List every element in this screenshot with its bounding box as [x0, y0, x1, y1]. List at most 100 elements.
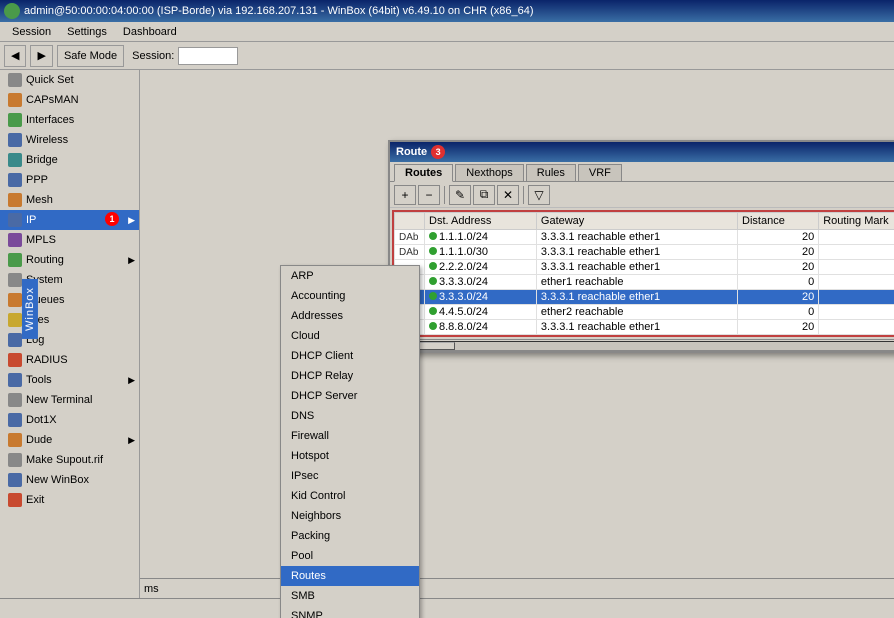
dropdown-item-dhcp-client[interactable]: DHCP Client: [281, 346, 419, 366]
sidebar-item-tools[interactable]: Tools ▶: [0, 370, 139, 390]
remove-button[interactable]: −: [418, 185, 440, 205]
dropdown-item-arp[interactable]: ARP: [281, 266, 419, 286]
back-button[interactable]: ◀: [4, 45, 26, 67]
table-row[interactable]: 8.8.8.0/243.3.3.1 reachable ether120: [395, 320, 894, 335]
sidebar-item-queues[interactable]: Queues: [0, 290, 139, 310]
sidebar-label-radius: RADIUS: [26, 354, 68, 366]
system-icon: [8, 273, 22, 287]
main-layout: Quick Set CAPsMAN Interfaces Wireless Br…: [0, 70, 894, 618]
sidebar-item-bridge[interactable]: Bridge: [0, 150, 139, 170]
tab-vrf[interactable]: VRF: [578, 164, 622, 181]
dropdown-item-kid-control[interactable]: Kid Control: [281, 486, 419, 506]
sidebar-label-capsman: CAPsMAN: [26, 94, 79, 106]
cell-dst-address: 3.3.3.0/24: [425, 290, 537, 305]
table-row[interactable]: 3.3.3.0/24ether1 reachable03.3.3.2: [395, 275, 894, 290]
sidebar-item-dude[interactable]: Dude ▶: [0, 430, 139, 450]
sidebar-item-ip[interactable]: IP ▶ 1: [0, 210, 139, 230]
dropdown-item-packing[interactable]: Packing: [281, 526, 419, 546]
tools-icon: [8, 373, 22, 387]
row-indicator: [429, 232, 437, 240]
sidebar-item-make-supout[interactable]: Make Supout.rif: [0, 450, 139, 470]
tab-routes[interactable]: Routes: [394, 164, 453, 182]
scrollbar-thumb[interactable]: [415, 342, 455, 350]
filter-button[interactable]: ▽: [528, 185, 550, 205]
sidebar-item-log[interactable]: Log: [0, 330, 139, 350]
sidebar-label-routing: Routing: [26, 254, 64, 266]
sidebar-item-wireless[interactable]: Wireless: [0, 130, 139, 150]
dropdown-item-cloud[interactable]: Cloud: [281, 326, 419, 346]
cell-dst-address: 4.4.5.0/24: [425, 305, 537, 320]
dropdown-item-accounting[interactable]: Accounting: [281, 286, 419, 306]
table-row[interactable]: DAb1.1.1.0/303.3.3.1 reachable ether120: [395, 245, 894, 260]
tab-rules[interactable]: Rules: [526, 164, 576, 181]
session-input[interactable]: [178, 47, 238, 65]
route-window-title: Route: [396, 146, 427, 158]
make-supout-icon: [8, 453, 22, 467]
sidebar-item-system[interactable]: System: [0, 270, 139, 290]
dropdown-item-dns[interactable]: DNS: [281, 406, 419, 426]
title-text: admin@50:00:00:04:00:00 (ISP-Borde) via …: [24, 5, 534, 17]
copy-button[interactable]: ⧉: [473, 185, 495, 205]
sidebar-item-quick-set[interactable]: Quick Set: [0, 70, 139, 90]
menu-settings[interactable]: Settings: [59, 24, 115, 40]
cell-gateway: 3.3.3.1 reachable ether1: [536, 290, 737, 305]
col-dab: [395, 213, 425, 230]
mesh-icon: [8, 193, 22, 207]
sidebar-item-new-terminal[interactable]: New Terminal: [0, 390, 139, 410]
dropdown-item-dhcp-relay[interactable]: DHCP Relay: [281, 366, 419, 386]
app-icon: [4, 3, 20, 19]
routing-arrow: ▶: [128, 255, 135, 266]
row-indicator: [429, 322, 437, 330]
cell-routing-mark: [819, 305, 894, 320]
new-winbox-icon: [8, 473, 22, 487]
dropdown-item-snmp[interactable]: SNMP: [281, 606, 419, 618]
sidebar-item-dot1x[interactable]: Dot1X: [0, 410, 139, 430]
tab-nexthops[interactable]: Nexthops: [455, 164, 523, 181]
session-label: Session:: [132, 50, 174, 62]
table-row[interactable]: 3.3.3.0/243.3.3.1 reachable ether120: [395, 290, 894, 305]
dropdown-item-ipsec[interactable]: IPsec: [281, 466, 419, 486]
sidebar-label-bridge: Bridge: [26, 154, 58, 166]
sidebar-item-files[interactable]: Files: [0, 310, 139, 330]
table-row[interactable]: 4.4.5.0/24ether2 reachable04.4.5.254: [395, 305, 894, 320]
dropdown-item-addresses[interactable]: Addresses: [281, 306, 419, 326]
table-row[interactable]: DAb1.1.1.0/243.3.3.1 reachable ether120: [395, 230, 894, 245]
forward-button[interactable]: ▶: [30, 45, 52, 67]
scrollbar-track: [414, 341, 894, 351]
sidebar-item-radius[interactable]: RADIUS: [0, 350, 139, 370]
dropdown-item-neighbors[interactable]: Neighbors: [281, 506, 419, 526]
table-row[interactable]: 2.2.2.0/243.3.3.1 reachable ether120: [395, 260, 894, 275]
menu-dashboard[interactable]: Dashboard: [115, 24, 185, 40]
dropdown-item-pool[interactable]: Pool: [281, 546, 419, 566]
sidebar-label-ip: IP: [26, 214, 36, 226]
cell-distance: 20: [738, 320, 819, 335]
routing-icon: [8, 253, 22, 267]
cell-dst-address: 1.1.1.0/24: [425, 230, 537, 245]
bridge-icon: [8, 153, 22, 167]
edit-button[interactable]: ✎: [449, 185, 471, 205]
add-button[interactable]: +: [394, 185, 416, 205]
cell-gateway: 3.3.3.1 reachable ether1: [536, 260, 737, 275]
sidebar-label-make-supout: Make Supout.rif: [26, 454, 103, 466]
dropdown-item-routes[interactable]: Routes: [281, 566, 419, 586]
sidebar-item-ppp[interactable]: PPP: [0, 170, 139, 190]
row-indicator: [429, 262, 437, 270]
sidebar-item-exit[interactable]: Exit: [0, 490, 139, 510]
cell-gateway: 3.3.3.1 reachable ether1: [536, 320, 737, 335]
sidebar-item-interfaces[interactable]: Interfaces: [0, 110, 139, 130]
dropdown-item-dhcp-server[interactable]: DHCP Server: [281, 386, 419, 406]
sidebar-item-mesh[interactable]: Mesh: [0, 190, 139, 210]
route-title-left: Route 3: [396, 145, 445, 159]
sidebar-item-routing[interactable]: Routing ▶: [0, 250, 139, 270]
dropdown-item-firewall[interactable]: Firewall: [281, 426, 419, 446]
menu-session[interactable]: Session: [4, 24, 59, 40]
safe-mode-button[interactable]: Safe Mode: [57, 45, 124, 67]
dropdown-item-smb[interactable]: SMB: [281, 586, 419, 606]
sidebar-item-mpls[interactable]: MPLS: [0, 230, 139, 250]
cell-routing-mark: [819, 245, 894, 260]
sidebar-item-new-winbox[interactable]: New WinBox: [0, 470, 139, 490]
sidebar-item-capsman[interactable]: CAPsMAN: [0, 90, 139, 110]
delete-button[interactable]: ✕: [497, 185, 519, 205]
log-icon: [8, 333, 22, 347]
dropdown-item-hotspot[interactable]: Hotspot: [281, 446, 419, 466]
